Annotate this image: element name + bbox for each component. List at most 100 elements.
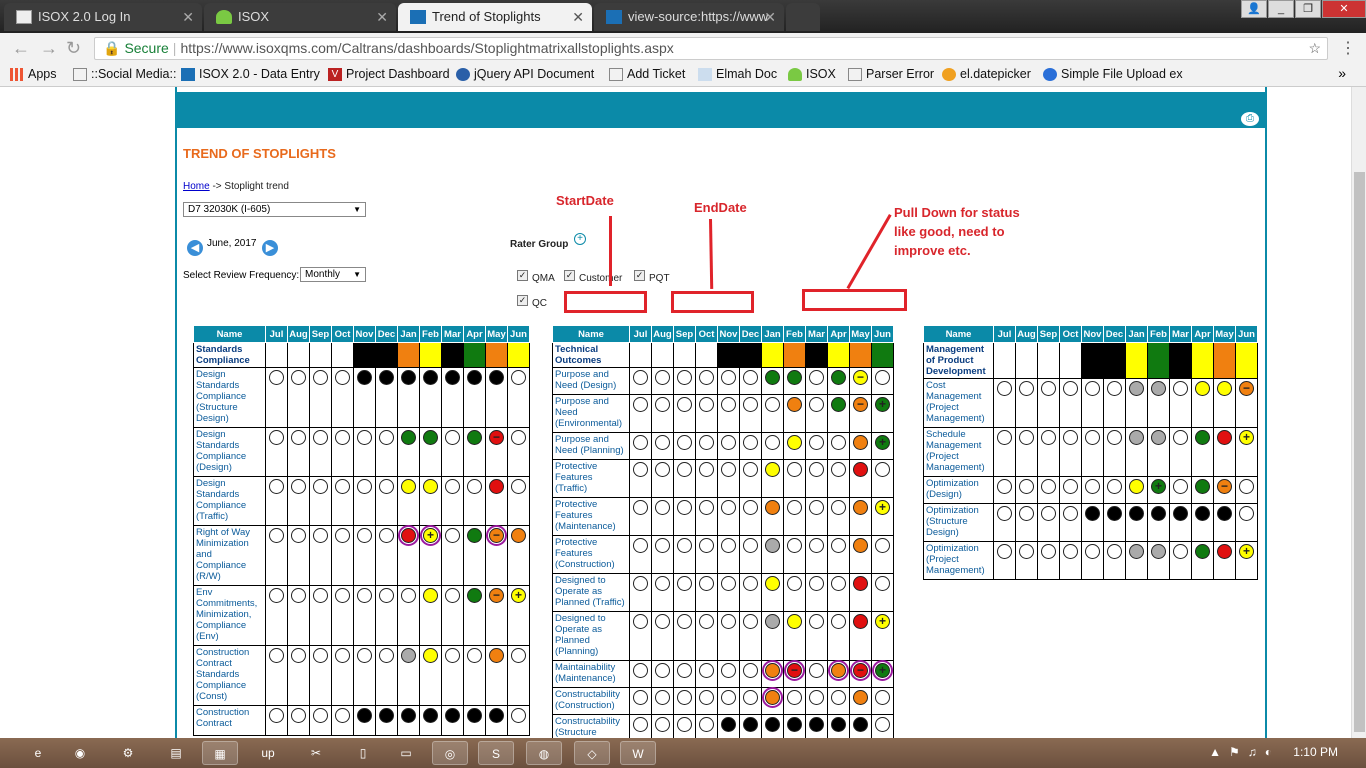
- stoplight-cell[interactable]: [629, 432, 652, 460]
- stoplight-cell[interactable]: [375, 476, 398, 526]
- stoplight-cell[interactable]: [309, 525, 332, 586]
- stoplight-cell[interactable]: [463, 476, 486, 526]
- stoplight-cell[interactable]: [463, 525, 486, 586]
- bookmark-elmah-doc[interactable]: Elmah Doc: [698, 67, 777, 81]
- startdate-input-placeholder[interactable]: [564, 291, 647, 313]
- stoplight-cell[interactable]: [375, 367, 398, 428]
- bookmark-isox[interactable]: ISOX: [788, 67, 836, 81]
- stoplight-cell[interactable]: −: [485, 525, 508, 586]
- district-select[interactable]: D7 32030K (I-605) ▼: [183, 202, 366, 217]
- stoplight-cell[interactable]: [1191, 427, 1214, 477]
- stoplight-cell[interactable]: [717, 394, 740, 433]
- stoplight-cell[interactable]: [1015, 476, 1038, 504]
- stoplight-cell[interactable]: [1059, 541, 1082, 580]
- stoplight-cell[interactable]: [397, 645, 420, 706]
- stoplight-cell[interactable]: [827, 535, 850, 574]
- stoplight-cell[interactable]: [805, 611, 828, 661]
- stoplight-cell[interactable]: [739, 432, 762, 460]
- stoplight-cell[interactable]: [485, 705, 508, 736]
- stoplight-cell[interactable]: [331, 645, 354, 706]
- stoplight-cell[interactable]: [673, 611, 696, 661]
- stoplight-cell[interactable]: [1235, 476, 1258, 504]
- stoplight-cell[interactable]: [441, 525, 464, 586]
- close-tab-icon[interactable]: ✕: [376, 3, 388, 31]
- stoplight-cell[interactable]: [629, 573, 652, 612]
- stoplight-cell[interactable]: [805, 432, 828, 460]
- stoplight-cell[interactable]: [265, 705, 288, 736]
- stoplight-cell[interactable]: [1015, 503, 1038, 542]
- stoplight-cell[interactable]: [463, 645, 486, 706]
- stoplight-cell[interactable]: [1125, 427, 1148, 477]
- stoplight-cell[interactable]: [1081, 476, 1104, 504]
- stoplight-cell[interactable]: [629, 459, 652, 498]
- stoplight-cell[interactable]: [695, 573, 718, 612]
- vertical-scrollbar[interactable]: [1351, 87, 1366, 738]
- stoplight-cell[interactable]: −: [783, 660, 806, 688]
- stoplight-cell[interactable]: [1037, 476, 1060, 504]
- stoplight-cell[interactable]: [849, 432, 872, 460]
- stoplight-cell[interactable]: [739, 394, 762, 433]
- stoplight-cell[interactable]: [375, 705, 398, 736]
- stoplight-cell[interactable]: [849, 573, 872, 612]
- stoplight-cell[interactable]: [1235, 503, 1258, 542]
- skype-icon[interactable]: S: [478, 741, 514, 765]
- stoplight-cell[interactable]: [673, 573, 696, 612]
- stoplight-cell[interactable]: [419, 645, 442, 706]
- stoplight-cell[interactable]: [695, 714, 718, 738]
- stoplight-cell[interactable]: [717, 660, 740, 688]
- stoplight-cell[interactable]: [761, 367, 784, 395]
- stoplight-cell[interactable]: [871, 687, 894, 715]
- stoplight-cell[interactable]: [739, 497, 762, 536]
- stoplight-cell[interactable]: [849, 459, 872, 498]
- stoplight-cell[interactable]: [629, 394, 652, 433]
- stoplight-cell[interactable]: [761, 687, 784, 715]
- stoplight-cell[interactable]: [441, 585, 464, 646]
- folder-icon[interactable]: ▭: [388, 741, 424, 765]
- stoplight-cell[interactable]: +: [871, 394, 894, 433]
- bookmark-star-icon[interactable]: ☆: [1308, 38, 1321, 59]
- stoplight-cell[interactable]: [419, 705, 442, 736]
- stoplight-cell[interactable]: +: [871, 611, 894, 661]
- stoplight-cell[interactable]: [309, 476, 332, 526]
- stoplight-cell[interactable]: [761, 660, 784, 688]
- customer-checkbox[interactable]: ✓: [564, 270, 575, 281]
- stoplight-cell[interactable]: [1213, 541, 1236, 580]
- stoplight-cell[interactable]: [739, 687, 762, 715]
- stoplight-cell[interactable]: [761, 459, 784, 498]
- bookmark-el-datepicker[interactable]: el.datepicker: [942, 67, 1031, 81]
- new-tab-button[interactable]: [786, 3, 820, 31]
- stoplight-cell[interactable]: [695, 394, 718, 433]
- stoplight-cell[interactable]: [287, 476, 310, 526]
- breadcrumb-home-link[interactable]: Home: [183, 181, 210, 192]
- restore-button[interactable]: ❐: [1295, 0, 1321, 18]
- stoplight-cell[interactable]: [441, 427, 464, 477]
- stoplight-cell[interactable]: [651, 687, 674, 715]
- status-pulldown-placeholder[interactable]: [802, 289, 907, 311]
- bookmark-social-media[interactable]: ::Social Media::: [73, 67, 176, 81]
- stoplight-cell[interactable]: [1191, 476, 1214, 504]
- stoplight-cell[interactable]: −: [485, 585, 508, 646]
- stoplight-cell[interactable]: [849, 714, 872, 738]
- stoplight-cell[interactable]: −: [849, 394, 872, 433]
- stoplight-cell[interactable]: [1037, 378, 1060, 428]
- stoplight-cell[interactable]: [651, 394, 674, 433]
- stoplight-cell[interactable]: [463, 705, 486, 736]
- stoplight-cell[interactable]: [695, 367, 718, 395]
- stoplight-cell[interactable]: −: [1235, 378, 1258, 428]
- stoplight-cell[interactable]: [673, 714, 696, 738]
- stoplight-cell[interactable]: [309, 645, 332, 706]
- stoplight-cell[interactable]: [441, 705, 464, 736]
- stoplight-cell[interactable]: [739, 535, 762, 574]
- stoplight-cell[interactable]: [1191, 503, 1214, 542]
- stoplight-cell[interactable]: [827, 394, 850, 433]
- prev-month-arrow-icon[interactable]: ◀: [187, 240, 203, 256]
- bookmark-apps[interactable]: Apps: [10, 67, 57, 81]
- stoplight-cell[interactable]: +: [419, 525, 442, 586]
- tab-isox[interactable]: ISOX ✕: [204, 3, 396, 31]
- stoplight-cell[interactable]: [353, 585, 376, 646]
- bookmark-jquery-api[interactable]: jQuery API Document: [456, 67, 594, 81]
- stoplight-cell[interactable]: [993, 541, 1016, 580]
- stoplight-cell[interactable]: [353, 476, 376, 526]
- stoplight-cell[interactable]: [419, 585, 442, 646]
- scrollbar-thumb[interactable]: [1354, 172, 1365, 732]
